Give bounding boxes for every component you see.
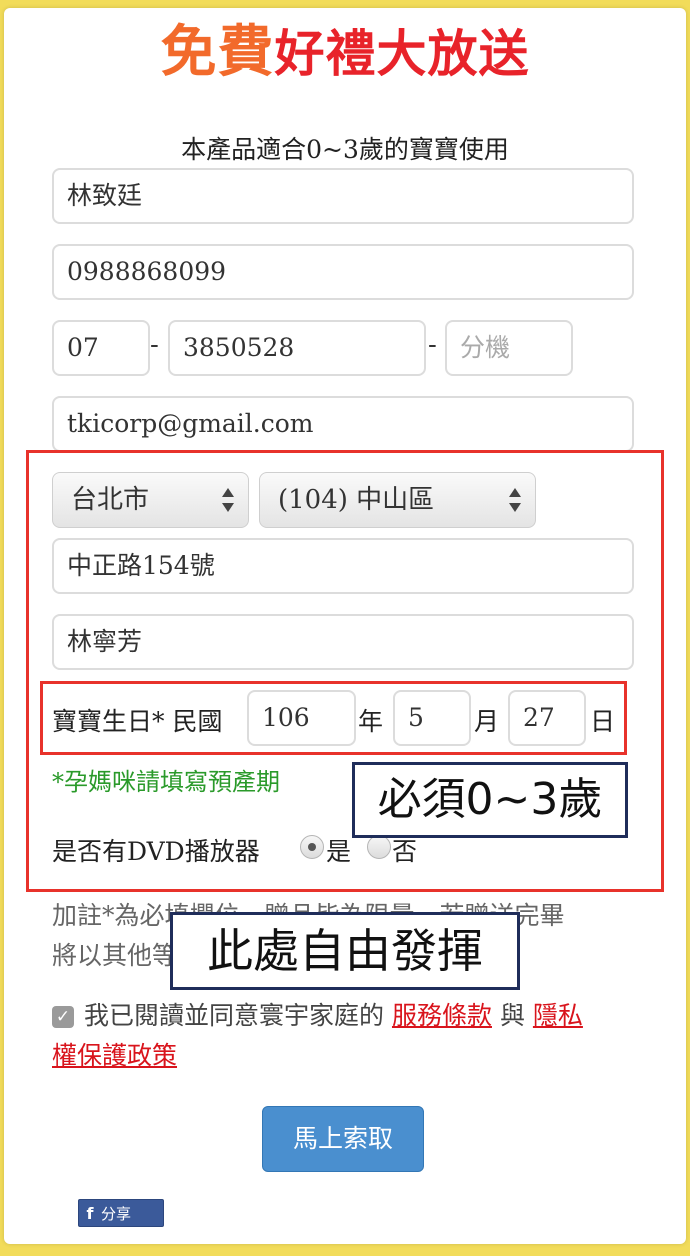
share-label: 分享	[101, 1205, 132, 1223]
select-arrows-icon	[222, 486, 234, 514]
email-field[interactable]: tkicorp@gmail.com	[52, 396, 634, 452]
year-unit: 年	[358, 707, 384, 736]
terms-link[interactable]: 服務條款	[392, 1001, 492, 1030]
birthday-label: 寶寶生日* 民國	[52, 707, 223, 736]
district-select-value: (104) 中山區	[278, 485, 435, 515]
month-unit: 月	[474, 707, 500, 736]
phone-separator: -	[150, 330, 159, 360]
submit-button[interactable]: 馬上索取	[262, 1106, 424, 1172]
facebook-icon: f	[86, 1204, 94, 1223]
privacy-link[interactable]: 隱私	[533, 1001, 583, 1030]
day-unit: 日	[590, 707, 616, 736]
facebook-share-button[interactable]: f 分享	[78, 1199, 164, 1227]
title-gift: 好禮大放送	[274, 25, 530, 83]
birth-month-field[interactable]: 5	[393, 690, 471, 746]
select-arrows-icon	[509, 486, 521, 514]
phone-area-field[interactable]: 07	[52, 320, 150, 376]
birth-day-field[interactable]: 27	[508, 690, 586, 746]
city-select[interactable]: 台北市	[52, 472, 249, 528]
dvd-yes-radio[interactable]	[300, 835, 324, 859]
product-subtitle: 本產品適合0~3歲的寶寶使用	[181, 135, 509, 164]
agreement-text-line2: 權保護政策	[52, 1036, 177, 1076]
promo-title: 免費好禮大放送	[0, 18, 690, 89]
title-free: 免費	[160, 20, 275, 85]
free-design-callout: 此處自由發揮	[170, 912, 520, 990]
mobile-field[interactable]: 0988868099	[52, 244, 634, 300]
ext-separator: -	[428, 330, 437, 360]
district-select[interactable]: (104) 中山區	[259, 472, 536, 528]
name-field[interactable]: 林致廷	[52, 168, 634, 224]
phone-ext-field[interactable]: 分機	[445, 320, 573, 376]
age-requirement-callout: 必須0~3歲	[352, 762, 628, 838]
agreement-lead: 我已閱讀並同意寰宇家庭的	[84, 1001, 385, 1030]
dvd-yes-label: 是	[326, 837, 352, 866]
agree-checkbox[interactable]: ✓	[52, 1006, 74, 1028]
birth-year-field[interactable]: 106	[247, 690, 356, 746]
recipient-field[interactable]: 林寧芳	[52, 614, 634, 670]
required-note-line2: 將以其他等	[52, 941, 178, 970]
agreement-and: 與	[499, 1001, 525, 1030]
city-select-value: 台北市	[71, 485, 150, 515]
privacy-link-cont[interactable]: 權保護政策	[52, 1041, 177, 1070]
dvd-question-label: 是否有DVD播放器	[52, 837, 260, 866]
address-field[interactable]: 中正路154號	[52, 538, 634, 594]
phone-number-field[interactable]: 3850528	[168, 320, 426, 376]
agreement-text: 我已閱讀並同意寰宇家庭的 服務條款 與 隱私	[84, 996, 644, 1036]
dvd-no-radio[interactable]	[367, 835, 391, 859]
pregnancy-note: *孕媽咪請填寫預產期	[52, 768, 280, 796]
